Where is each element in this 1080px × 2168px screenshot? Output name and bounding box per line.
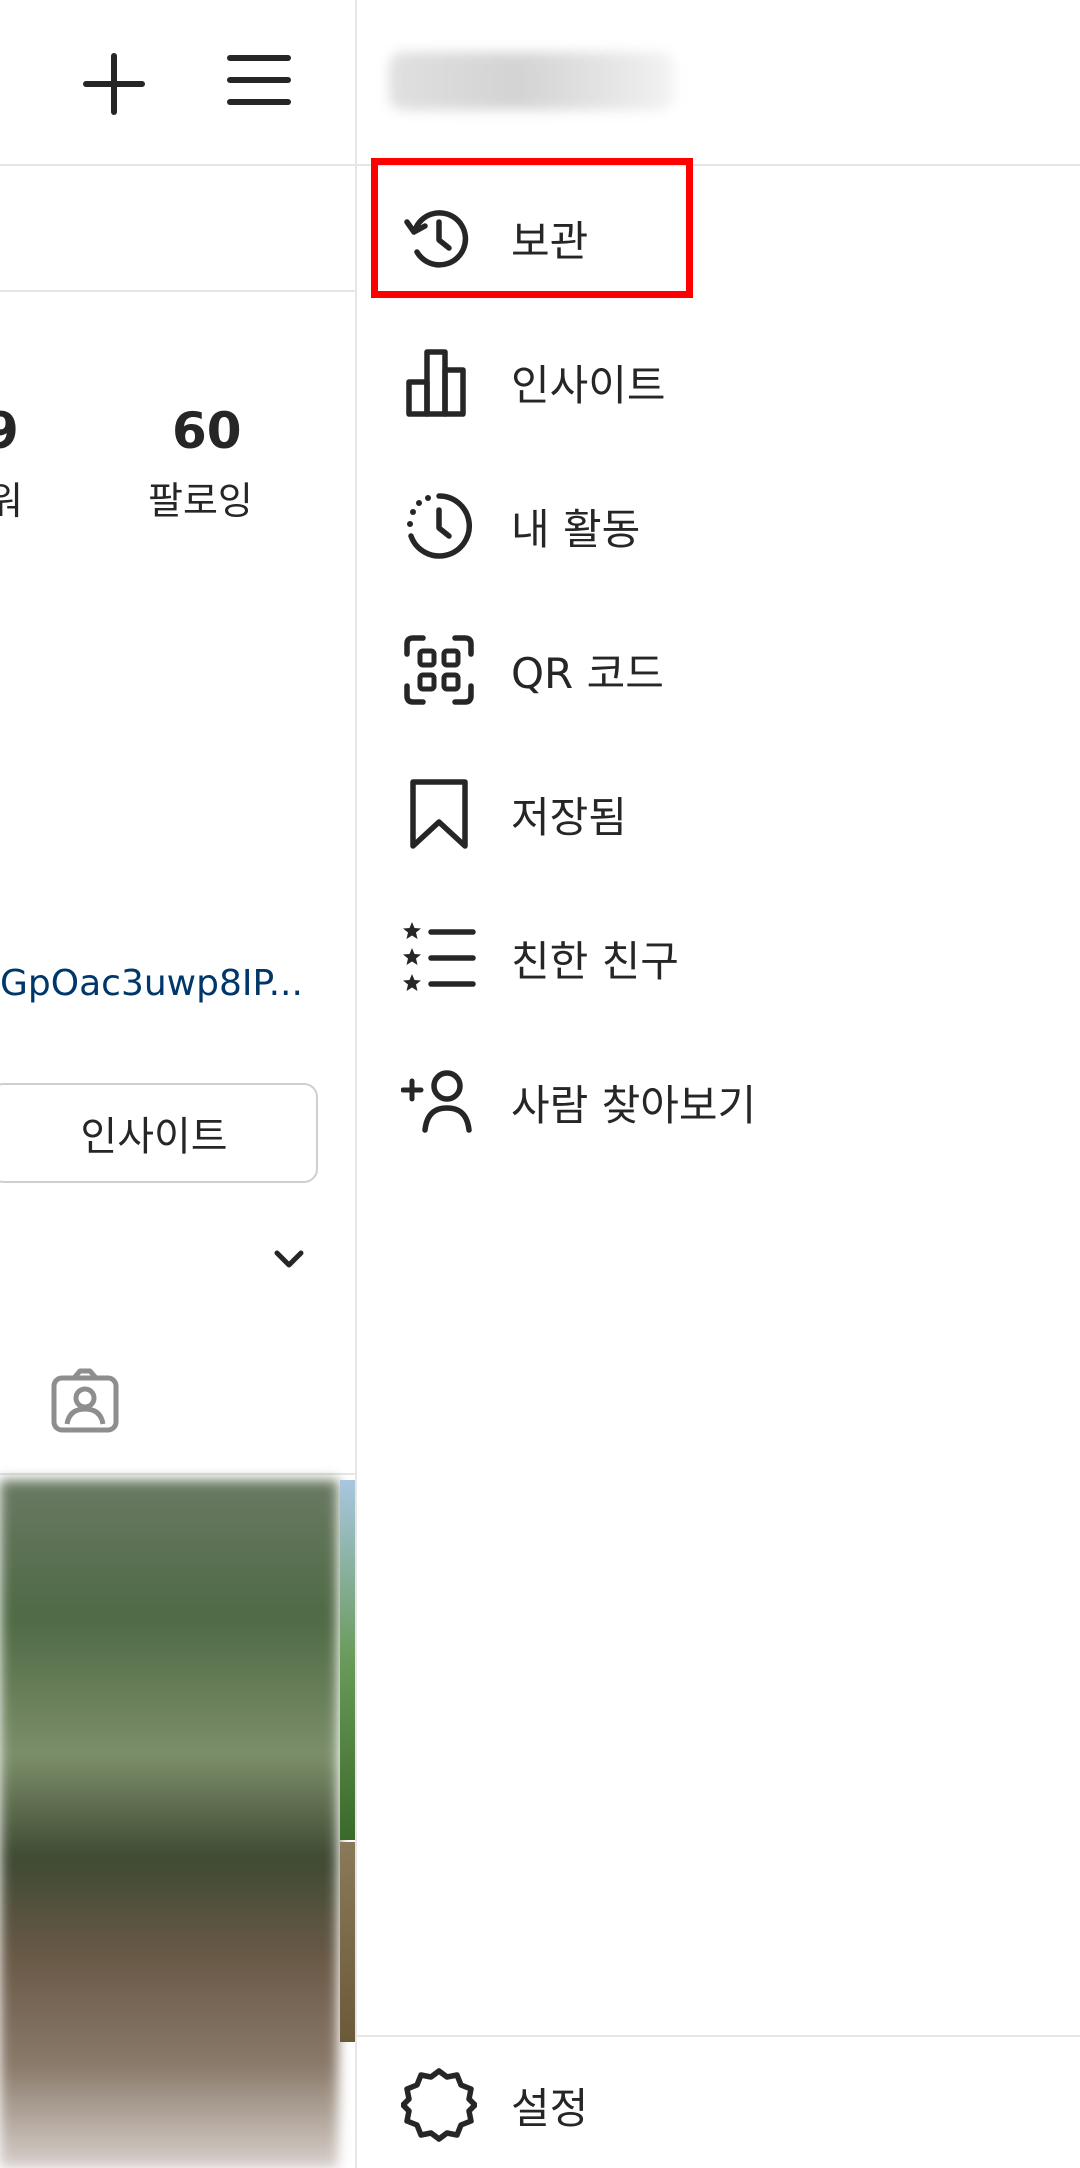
drawer-username-blurred bbox=[389, 52, 674, 110]
banner-divider bbox=[0, 290, 355, 292]
profile-panel: 9 워 60 팔로잉 GpOac3uwp8IP... 인사이트 bbox=[0, 0, 355, 2168]
tabs-divider bbox=[0, 1473, 355, 1475]
menu-label-settings: 설정 bbox=[511, 2084, 589, 2133]
following-count[interactable]: 60 bbox=[172, 402, 242, 460]
menu-item-close-friends[interactable]: 친한 친구 bbox=[357, 886, 1080, 1030]
menu-item-qr-code[interactable]: QR 코드 bbox=[357, 598, 1080, 742]
bio-link[interactable]: GpOac3uwp8IP... bbox=[0, 963, 303, 1004]
menu-item-insights[interactable]: 인사이트 bbox=[357, 310, 1080, 454]
new-post-plus-icon[interactable] bbox=[80, 50, 148, 118]
menu-label-discover-people: 사람 찾아보기 bbox=[511, 1080, 757, 1130]
menu-label-qr-code: QR 코드 bbox=[511, 648, 664, 698]
followers-label[interactable]: 워 bbox=[0, 470, 23, 525]
insights-button[interactable]: 인사이트 bbox=[0, 1083, 318, 1183]
menu-item-saved[interactable]: 저장됨 bbox=[357, 742, 1080, 886]
menu-item-discover-people[interactable]: 사람 찾아보기 bbox=[357, 1030, 1080, 1174]
followers-count[interactable]: 9 bbox=[0, 402, 19, 460]
chevron-down-icon[interactable] bbox=[272, 1247, 306, 1271]
grid-photo[interactable] bbox=[0, 1480, 338, 2168]
insights-bar-chart-icon bbox=[406, 349, 466, 417]
menu-item-activity[interactable]: 내 활동 bbox=[357, 454, 1080, 598]
menu-label-saved: 저장됨 bbox=[511, 792, 627, 842]
highlight-box bbox=[371, 158, 693, 298]
grid-photo[interactable] bbox=[340, 1842, 355, 2042]
menu-label-close-friends: 친한 친구 bbox=[511, 936, 679, 986]
menu-item-settings[interactable]: 설정 bbox=[357, 2037, 1080, 2168]
gear-icon bbox=[401, 2068, 477, 2142]
bookmark-icon bbox=[410, 779, 468, 849]
menu-label-activity: 내 활동 bbox=[511, 504, 641, 554]
menu-label-insights: 인사이트 bbox=[511, 360, 666, 410]
hamburger-menu-icon[interactable] bbox=[226, 50, 292, 110]
activity-clock-icon bbox=[407, 493, 472, 559]
discover-people-icon bbox=[401, 1070, 472, 1133]
side-drawer-menu: 보관 인사이트 내 활동 QR 코드 저장됨 친한 친구 사람 찾아보기 설정 bbox=[357, 0, 1080, 2168]
tagged-posts-icon[interactable] bbox=[50, 1368, 120, 1434]
header-divider bbox=[0, 164, 355, 166]
grid-photo[interactable] bbox=[340, 1480, 355, 1840]
close-friends-list-icon bbox=[403, 922, 476, 991]
qr-code-icon bbox=[404, 635, 474, 705]
following-label[interactable]: 팔로잉 bbox=[148, 470, 253, 525]
